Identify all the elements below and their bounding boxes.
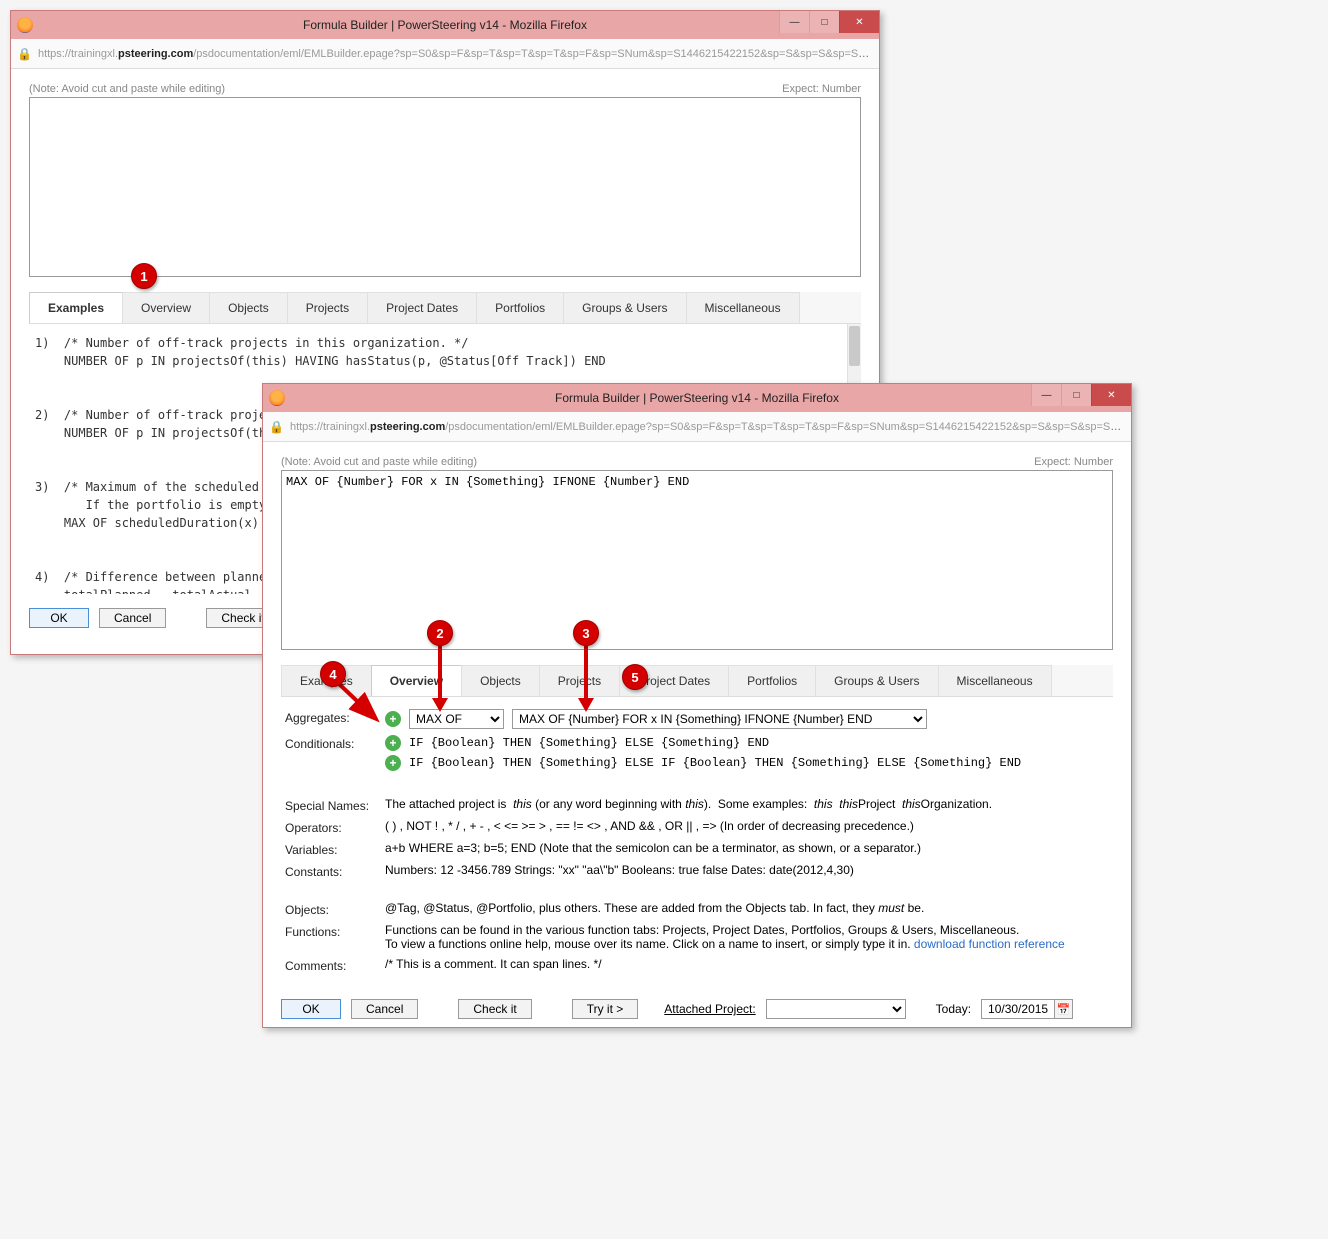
url-path: /psdocumentation/eml/EMLBuilder.epage?sp… xyxy=(193,48,873,60)
variables-text: a+b WHERE a=3; b=5; END (Note that the s… xyxy=(385,841,1109,855)
constants-label: Constants: xyxy=(285,863,385,879)
lock-icon: 🔒 xyxy=(17,47,32,61)
titlebar: Formula Builder | PowerSteering v14 - Mo… xyxy=(11,11,879,39)
tab-objects[interactable]: Objects xyxy=(461,665,540,696)
callout-3: 3 xyxy=(573,620,599,646)
special-names-label: Special Names: xyxy=(285,797,385,813)
expect-label: Expect: Number xyxy=(782,83,861,95)
today-label: Today: xyxy=(936,1002,971,1016)
tab-overview[interactable]: Overview xyxy=(122,292,210,323)
tab-objects[interactable]: Objects xyxy=(209,292,288,323)
callout-4: 4 xyxy=(320,661,346,687)
firefox-icon xyxy=(17,17,33,33)
tab-groups-users[interactable]: Groups & Users xyxy=(815,665,938,696)
aggregates-select[interactable]: MAX OF xyxy=(409,709,504,729)
tab-misc[interactable]: Miscellaneous xyxy=(686,292,800,323)
conditional-template-2[interactable]: IF {Boolean} THEN {Something} ELSE IF {B… xyxy=(409,756,1021,770)
minimize-button[interactable]: — xyxy=(1031,384,1061,406)
ok-button[interactable]: OK xyxy=(29,608,89,628)
add-icon[interactable]: + xyxy=(385,755,401,771)
titlebar: Formula Builder | PowerSteering v14 - Mo… xyxy=(263,384,1131,412)
firefox-icon xyxy=(269,390,285,406)
action-row: OK Cancel Check it Try it > Attached Pro… xyxy=(281,995,1113,1023)
close-button[interactable]: ✕ xyxy=(1091,384,1131,406)
scrollbar-thumb[interactable] xyxy=(849,326,860,366)
help-tabs: Examples Overview Objects Projects Proje… xyxy=(281,665,1113,697)
cancel-button[interactable]: Cancel xyxy=(99,608,166,628)
window-title: Formula Builder | PowerSteering v14 - Mo… xyxy=(303,18,587,32)
operators-text: ( ) , NOT ! , * / , + - , < <= >= > , ==… xyxy=(385,819,1109,833)
help-tabs: Examples Overview Objects Projects Proje… xyxy=(29,292,861,324)
tab-examples[interactable]: Examples xyxy=(29,292,123,323)
today-value: 10/30/2015 xyxy=(982,1002,1054,1016)
window-formula-builder-2: Formula Builder | PowerSteering v14 - Mo… xyxy=(262,383,1132,1028)
functions-text-line2: To view a functions online help, mouse o… xyxy=(385,937,914,951)
edit-note: (Note: Avoid cut and paste while editing… xyxy=(29,83,225,95)
aggregates-template-select[interactable]: MAX OF {Number} FOR x IN {Something} IFN… xyxy=(512,709,927,729)
tab-projects[interactable]: Projects xyxy=(287,292,368,323)
attached-project-label: Attached Project: xyxy=(664,1002,755,1016)
maximize-button[interactable]: □ xyxy=(1061,384,1091,406)
overview-panel: Aggregates: + MAX OF MAX OF {Number} FOR… xyxy=(281,697,1113,985)
url-prefix: https://trainingxl. xyxy=(290,421,370,433)
check-it-button[interactable]: Check it xyxy=(458,999,531,1019)
minimize-button[interactable]: — xyxy=(779,11,809,33)
functions-text-line1: Functions can be found in the various fu… xyxy=(385,923,1109,937)
address-bar[interactable]: 🔒 https://trainingxl.psteering.com/psdoc… xyxy=(263,412,1131,442)
callout-2: 2 xyxy=(427,620,453,646)
comments-label: Comments: xyxy=(285,957,385,973)
expect-label: Expect: Number xyxy=(1034,456,1113,468)
callout-1: 1 xyxy=(131,263,157,289)
tab-projects[interactable]: Projects xyxy=(539,665,620,696)
constants-text: Numbers: 12 -3456.789 Strings: "xx" "aa\… xyxy=(385,863,1109,877)
formula-textarea[interactable] xyxy=(29,97,861,277)
maximize-button[interactable]: □ xyxy=(809,11,839,33)
conditional-template-1[interactable]: IF {Boolean} THEN {Something} ELSE {Some… xyxy=(409,736,769,750)
tab-portfolios[interactable]: Portfolios xyxy=(476,292,564,323)
special-names-text: The attached project is this (or any wor… xyxy=(385,797,1109,811)
callout-5: 5 xyxy=(622,664,648,690)
functions-label: Functions: xyxy=(285,923,385,939)
lock-icon: 🔒 xyxy=(269,420,284,434)
operators-label: Operators: xyxy=(285,819,385,835)
tab-portfolios[interactable]: Portfolios xyxy=(728,665,816,696)
url-prefix: https://trainingxl. xyxy=(38,48,118,60)
download-function-reference-link[interactable]: download function reference xyxy=(914,937,1065,951)
url-host: psteering.com xyxy=(370,421,445,433)
attached-project-select[interactable] xyxy=(766,999,906,1019)
calendar-icon[interactable]: 📅 xyxy=(1054,1000,1072,1018)
variables-label: Variables: xyxy=(285,841,385,857)
comments-text: /* This is a comment. It can span lines.… xyxy=(385,957,1109,971)
formula-textarea[interactable] xyxy=(281,470,1113,650)
objects-label: Objects: xyxy=(285,901,385,917)
url-path: /psdocumentation/eml/EMLBuilder.epage?sp… xyxy=(445,421,1125,433)
tab-misc[interactable]: Miscellaneous xyxy=(938,665,1052,696)
tab-project-dates[interactable]: Project Dates xyxy=(367,292,477,323)
try-it-button[interactable]: Try it > xyxy=(572,999,639,1019)
window-title: Formula Builder | PowerSteering v14 - Mo… xyxy=(555,391,839,405)
today-datepicker[interactable]: 10/30/2015 📅 xyxy=(981,999,1073,1019)
url-host: psteering.com xyxy=(118,48,193,60)
objects-text: @Tag, @Status, @Portfolio, plus others. … xyxy=(385,901,1109,915)
tab-groups-users[interactable]: Groups & Users xyxy=(563,292,686,323)
ok-button[interactable]: OK xyxy=(281,999,341,1019)
edit-note: (Note: Avoid cut and paste while editing… xyxy=(281,456,477,468)
cancel-button[interactable]: Cancel xyxy=(351,999,418,1019)
address-bar[interactable]: 🔒 https://trainingxl.psteering.com/psdoc… xyxy=(11,39,879,69)
close-button[interactable]: ✕ xyxy=(839,11,879,33)
